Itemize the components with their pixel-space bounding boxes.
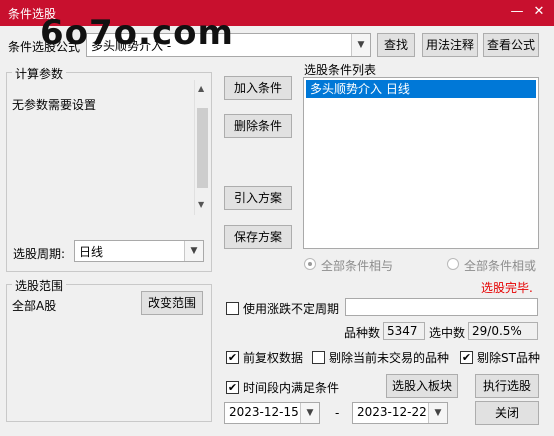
minimize-button[interactable]: — [508, 3, 526, 21]
delete-condition-button[interactable]: 删除条件 [224, 114, 292, 138]
usage-notes-button[interactable]: 用法注释 [422, 33, 478, 57]
or-radio[interactable] [447, 258, 459, 270]
count-label: 品种数 [344, 326, 381, 340]
and-label: 全部条件相与 [321, 259, 394, 273]
chevron-down-icon[interactable]: ▼ [351, 34, 370, 56]
close-window-button[interactable]: ✕ [530, 3, 548, 21]
count-value: 5347 [383, 322, 425, 340]
chevron-down-icon[interactable]: ▼ [428, 403, 447, 423]
status-text: 选股完毕. [481, 281, 533, 295]
radio-dot [308, 262, 312, 266]
time-range-label: 时间段内满足条件 [243, 381, 340, 395]
conditions-title: 选股条件列表 [304, 63, 377, 77]
exclude-untraded-label: 剔除当前未交易的品种 [329, 351, 450, 365]
pre-adjust-label: 前复权数据 [243, 351, 304, 365]
params-scrollbar[interactable]: ▲ ▼ [194, 80, 211, 215]
start-date-picker[interactable]: 2023-12-15 ▼ [224, 402, 320, 424]
execute-button[interactable]: 执行选股 [475, 374, 539, 398]
time-range-checkbox[interactable]: ✔ [226, 381, 239, 394]
import-plan-button[interactable]: 引入方案 [224, 186, 292, 210]
variable-period-label: 使用涨跌不定周期 [243, 302, 340, 316]
add-condition-button[interactable]: 加入条件 [224, 76, 292, 100]
params-group-title: 计算参数 [12, 65, 67, 82]
period-value: 日线 [79, 245, 104, 259]
scroll-down-icon[interactable]: ▼ [198, 200, 204, 209]
and-radio[interactable] [304, 258, 316, 270]
variable-period-checkbox[interactable] [226, 302, 239, 315]
start-date-value: 2023-12-15 [229, 405, 299, 419]
scope-group-title: 选股范围 [12, 277, 67, 294]
find-button[interactable]: 查找 [377, 33, 415, 57]
date-separator: - [335, 406, 340, 420]
period-dropdown[interactable]: 日线 ▼ [74, 240, 204, 262]
period-label: 选股周期: [13, 247, 66, 261]
variable-period-input[interactable] [345, 298, 538, 316]
scroll-thumb[interactable] [197, 108, 208, 188]
chevron-down-icon[interactable]: ▼ [184, 241, 203, 261]
exclude-st-checkbox[interactable]: ✔ [460, 351, 473, 364]
or-label: 全部条件相或 [464, 259, 537, 273]
exclude-untraded-checkbox[interactable] [312, 351, 325, 364]
exclude-st-label: 剔除ST品种 [477, 351, 540, 365]
change-scope-button[interactable]: 改变范围 [141, 291, 203, 315]
conditions-list[interactable]: 多头顺势介入 日线 [303, 77, 539, 249]
end-date-picker[interactable]: 2023-12-22 ▼ [352, 402, 448, 424]
end-date-value: 2023-12-22 [357, 405, 427, 419]
scope-value: 全部A股 [12, 299, 57, 313]
pre-adjust-checkbox[interactable]: ✔ [226, 351, 239, 364]
to-block-button[interactable]: 选股入板块 [386, 374, 458, 398]
save-plan-button[interactable]: 保存方案 [224, 225, 292, 249]
close-button[interactable]: 关闭 [475, 401, 539, 425]
view-formula-button[interactable]: 查看公式 [483, 33, 539, 57]
params-text: 无参数需要设置 [12, 98, 97, 112]
watermark: 6o7o.com [40, 13, 234, 53]
scroll-up-icon[interactable]: ▲ [198, 84, 204, 93]
chevron-down-icon[interactable]: ▼ [300, 403, 319, 423]
selected-value: 29/0.5% [468, 322, 538, 340]
list-item[interactable]: 多头顺势介入 日线 [306, 80, 536, 98]
selected-label: 选中数 [429, 326, 466, 340]
